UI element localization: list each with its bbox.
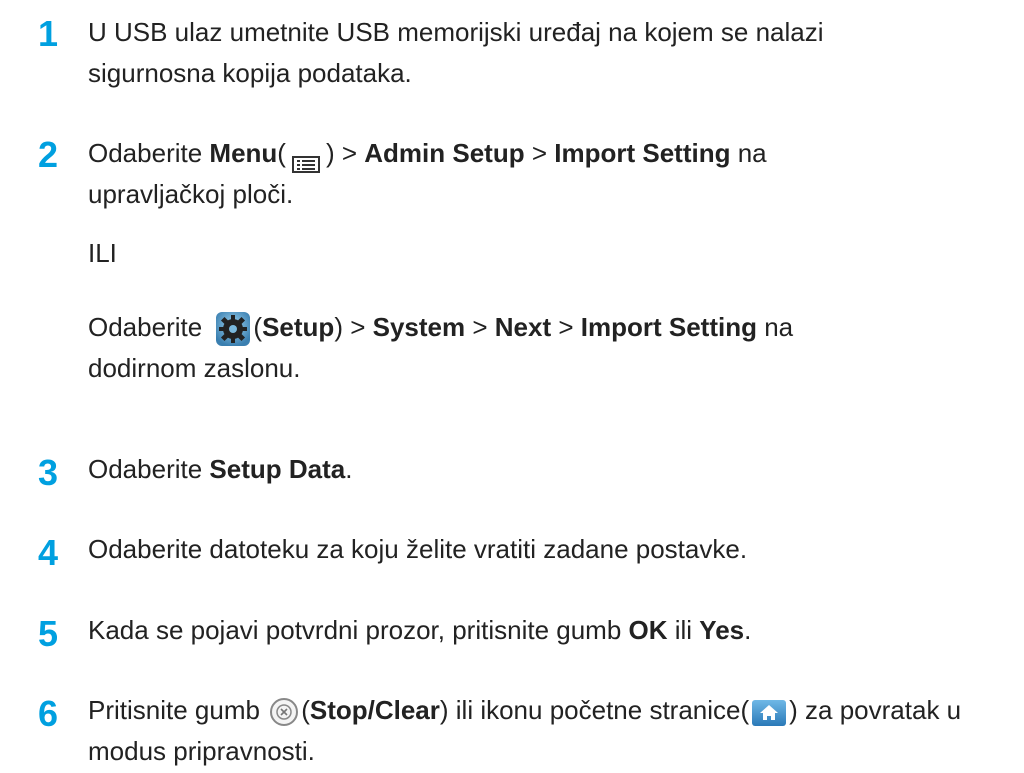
step-text: Odaberite datoteku za koju želite vratit…: [88, 534, 748, 564]
step-text: Odaberite Menu() > Admin Setup > Import …: [88, 138, 767, 209]
gear-icon: [215, 311, 251, 347]
step-number: 5: [38, 613, 59, 654]
or-label: ILI: [88, 238, 117, 268]
step-number: 3: [38, 452, 59, 493]
step-text: Kada se pojavi potvrdni prozor, pritisni…: [88, 615, 752, 645]
menu-icon: [290, 145, 322, 174]
step-text: Pritisnite gumb (Stop/Clear) ili ikonu p…: [88, 695, 962, 766]
stop-clear-icon: [269, 697, 299, 727]
step-number: 6: [38, 693, 59, 734]
step-text: U USB ulaz umetnite USB memorijski uređa…: [88, 17, 824, 88]
step-number: 2: [38, 134, 59, 175]
step-text: Odaberite Setup Data.: [88, 454, 353, 484]
home-icon: [751, 698, 787, 727]
step-number: 4: [38, 532, 59, 573]
step-number: 1: [38, 13, 59, 54]
step-text-alt: Odaberite (Setup) > System > Next > Impo…: [88, 311, 794, 383]
